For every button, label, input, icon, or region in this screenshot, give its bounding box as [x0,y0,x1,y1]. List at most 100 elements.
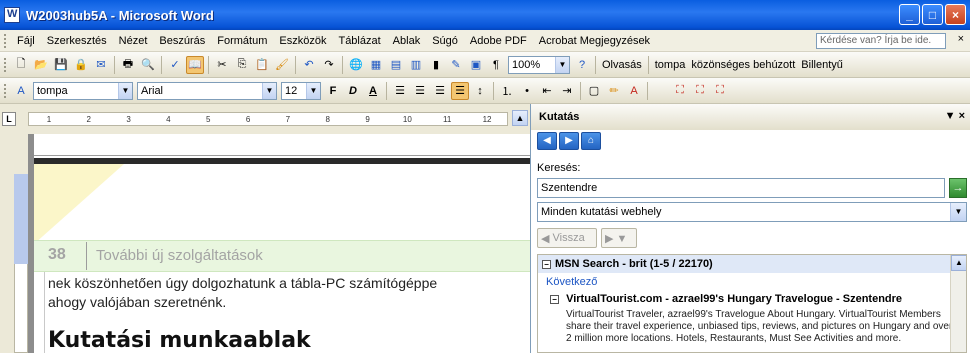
toolbar-grip[interactable] [4,57,8,72]
insert-table-icon[interactable]: ▤ [387,56,405,74]
search-label: Keresés: [537,162,581,174]
italic-button[interactable]: D [344,82,362,100]
chapter-number: 38 [48,246,66,263]
toolbar-grip[interactable] [4,83,8,98]
increase-indent-icon[interactable]: ⇥ [558,82,576,100]
line-spacing-icon[interactable]: ↕ [471,82,489,100]
section-heading[interactable]: Kutatási munkaablak [48,328,311,353]
spelling-icon[interactable]: ✓ [166,56,184,74]
minimize-button[interactable]: _ [899,4,920,25]
search-go-button[interactable]: → [949,178,967,198]
hyperlink-icon[interactable]: 🌐 [347,56,365,74]
undo-icon[interactable]: ↶ [300,56,318,74]
close-button[interactable]: × [945,4,966,25]
paste-icon[interactable]: 📋 [253,56,271,74]
pdf-review-icon[interactable]: ⛶ [711,82,729,100]
cut-icon[interactable]: ✂ [213,56,231,74]
menu-view[interactable]: Nézet [113,35,154,47]
underline-button[interactable]: A [364,82,382,100]
home-icon[interactable]: ⌂ [581,132,601,150]
chevron-down-icon: ▼ [118,82,132,99]
forward-arrow-icon[interactable]: ▶ [559,132,579,150]
menu-bar: Fájl Szerkesztés Nézet Beszúrás Formátum… [0,30,970,52]
format-painter-icon[interactable]: 🖌 [273,56,291,74]
menubar-grip[interactable] [4,33,8,48]
word-app-icon[interactable] [4,7,20,23]
justify-icon[interactable]: ☰ [451,81,469,100]
back-arrow-icon[interactable]: ◀ [537,132,557,150]
styles-icon[interactable]: A [12,82,30,100]
vertical-ruler [0,134,28,353]
font-select[interactable]: Arial ▼ [137,81,277,100]
style-buttons[interactable]: közönséges behúzott [688,59,798,71]
document-map-icon[interactable]: ▣ [467,56,485,74]
pdf-email-icon[interactable]: ⛶ [691,82,709,100]
source-select[interactable]: Minden kutatási webhely ▼ [537,202,967,222]
drawing-icon[interactable]: ✎ [447,56,465,74]
permission-icon[interactable]: 🔒 [72,56,90,74]
menu-table[interactable]: Táblázat [332,35,386,47]
menu-insert[interactable]: Beszúrás [153,35,211,47]
style-tompa-button[interactable]: tompa [652,59,689,71]
shortcut-button[interactable]: Billentyű [798,59,846,71]
back-button[interactable]: ◀ Vissza [537,228,597,248]
border-icon[interactable]: ▢ [585,82,603,100]
show-hide-icon[interactable]: ¶ [487,56,505,74]
align-center-icon[interactable]: ☰ [411,82,429,100]
bullets-icon[interactable]: • [518,82,536,100]
search-input[interactable]: Szentendre [537,178,945,198]
next-link[interactable]: Következő [538,273,966,291]
ruler-strip[interactable]: 1 2 3 4 5 6 7 8 9 10 11 12 [28,112,508,126]
task-pane-nav: ◀ ▶ ⌂ [537,132,601,152]
insert-excel-icon[interactable]: ▥ [407,56,425,74]
results-scrollbar[interactable]: ▲ [950,255,966,352]
close-document-icon[interactable]: × [958,33,964,45]
menu-format[interactable]: Formátum [211,35,273,47]
menu-tools[interactable]: Eszközök [273,35,332,47]
redo-icon[interactable]: ↷ [320,56,338,74]
research-icon[interactable]: 📖 [186,55,204,74]
font-size-select[interactable]: 12 ▼ [281,81,321,100]
highlight-icon[interactable]: ✏ [605,82,623,100]
tab-selector[interactable]: L [2,112,16,126]
new-document-icon[interactable]: 🗋 [12,56,30,74]
print-preview-icon[interactable]: 🔍 [139,56,157,74]
menu-file[interactable]: Fájl [11,35,41,47]
result-title[interactable]: − VirtualTourist.com - azrael99's Hungar… [538,291,966,307]
menu-acrobat-comments[interactable]: Acrobat Megjegyzések [533,35,656,47]
open-folder-icon[interactable]: 📂 [32,56,50,74]
email-icon[interactable]: ✉ [92,56,110,74]
help-search-input[interactable]: Kérdése van? Írja be ide. [816,33,946,49]
scroll-up-icon[interactable]: ▲ [951,255,966,271]
align-right-icon[interactable]: ☰ [431,82,449,100]
menu-edit[interactable]: Szerkesztés [41,35,113,47]
menu-window[interactable]: Ablak [387,35,427,47]
forward-button[interactable]: ▶ ▼ [601,228,637,248]
zoom-select[interactable]: 100% ▼ [508,55,570,74]
pdf-convert-icon[interactable]: ⛶ [671,82,689,100]
results-list: − MSN Search - brit (1-5 / 22170) Követk… [537,254,967,353]
font-color-icon[interactable]: A [625,82,643,100]
print-icon[interactable]: 🖶 [119,56,137,74]
tables-borders-icon[interactable]: ▦ [367,56,385,74]
help-icon[interactable]: ? [573,56,591,74]
style-select[interactable]: tompa ▼ [33,81,133,100]
chevron-down-icon: ▼ [950,203,966,221]
align-left-icon[interactable]: ☰ [391,82,409,100]
save-icon[interactable]: 💾 [52,56,70,74]
bold-button[interactable]: F [324,82,342,100]
numbering-icon[interactable]: ⒈ [498,82,516,100]
read-button[interactable]: Olvasás [599,59,645,71]
columns-icon[interactable]: ▮ [427,56,445,74]
document-page[interactable]: 38 További új szolgáltatások nek köszönh… [34,134,530,353]
scroll-up-icon[interactable]: ▲ [512,110,528,126]
decrease-indent-icon[interactable]: ⇤ [538,82,556,100]
forward-circle-icon: ▶ ▼ [605,232,628,245]
task-pane-controls[interactable]: ▼ × [945,110,965,122]
body-text[interactable]: nek köszönhetően úgy dolgozhatunk a tábl… [48,274,528,312]
results-section-header[interactable]: − MSN Search - brit (1-5 / 22170) [538,255,966,273]
menu-help[interactable]: Súgó [426,35,464,47]
copy-icon[interactable]: ⎘ [233,56,251,74]
menu-adobe-pdf[interactable]: Adobe PDF [464,35,533,47]
maximize-button[interactable]: □ [922,4,943,25]
